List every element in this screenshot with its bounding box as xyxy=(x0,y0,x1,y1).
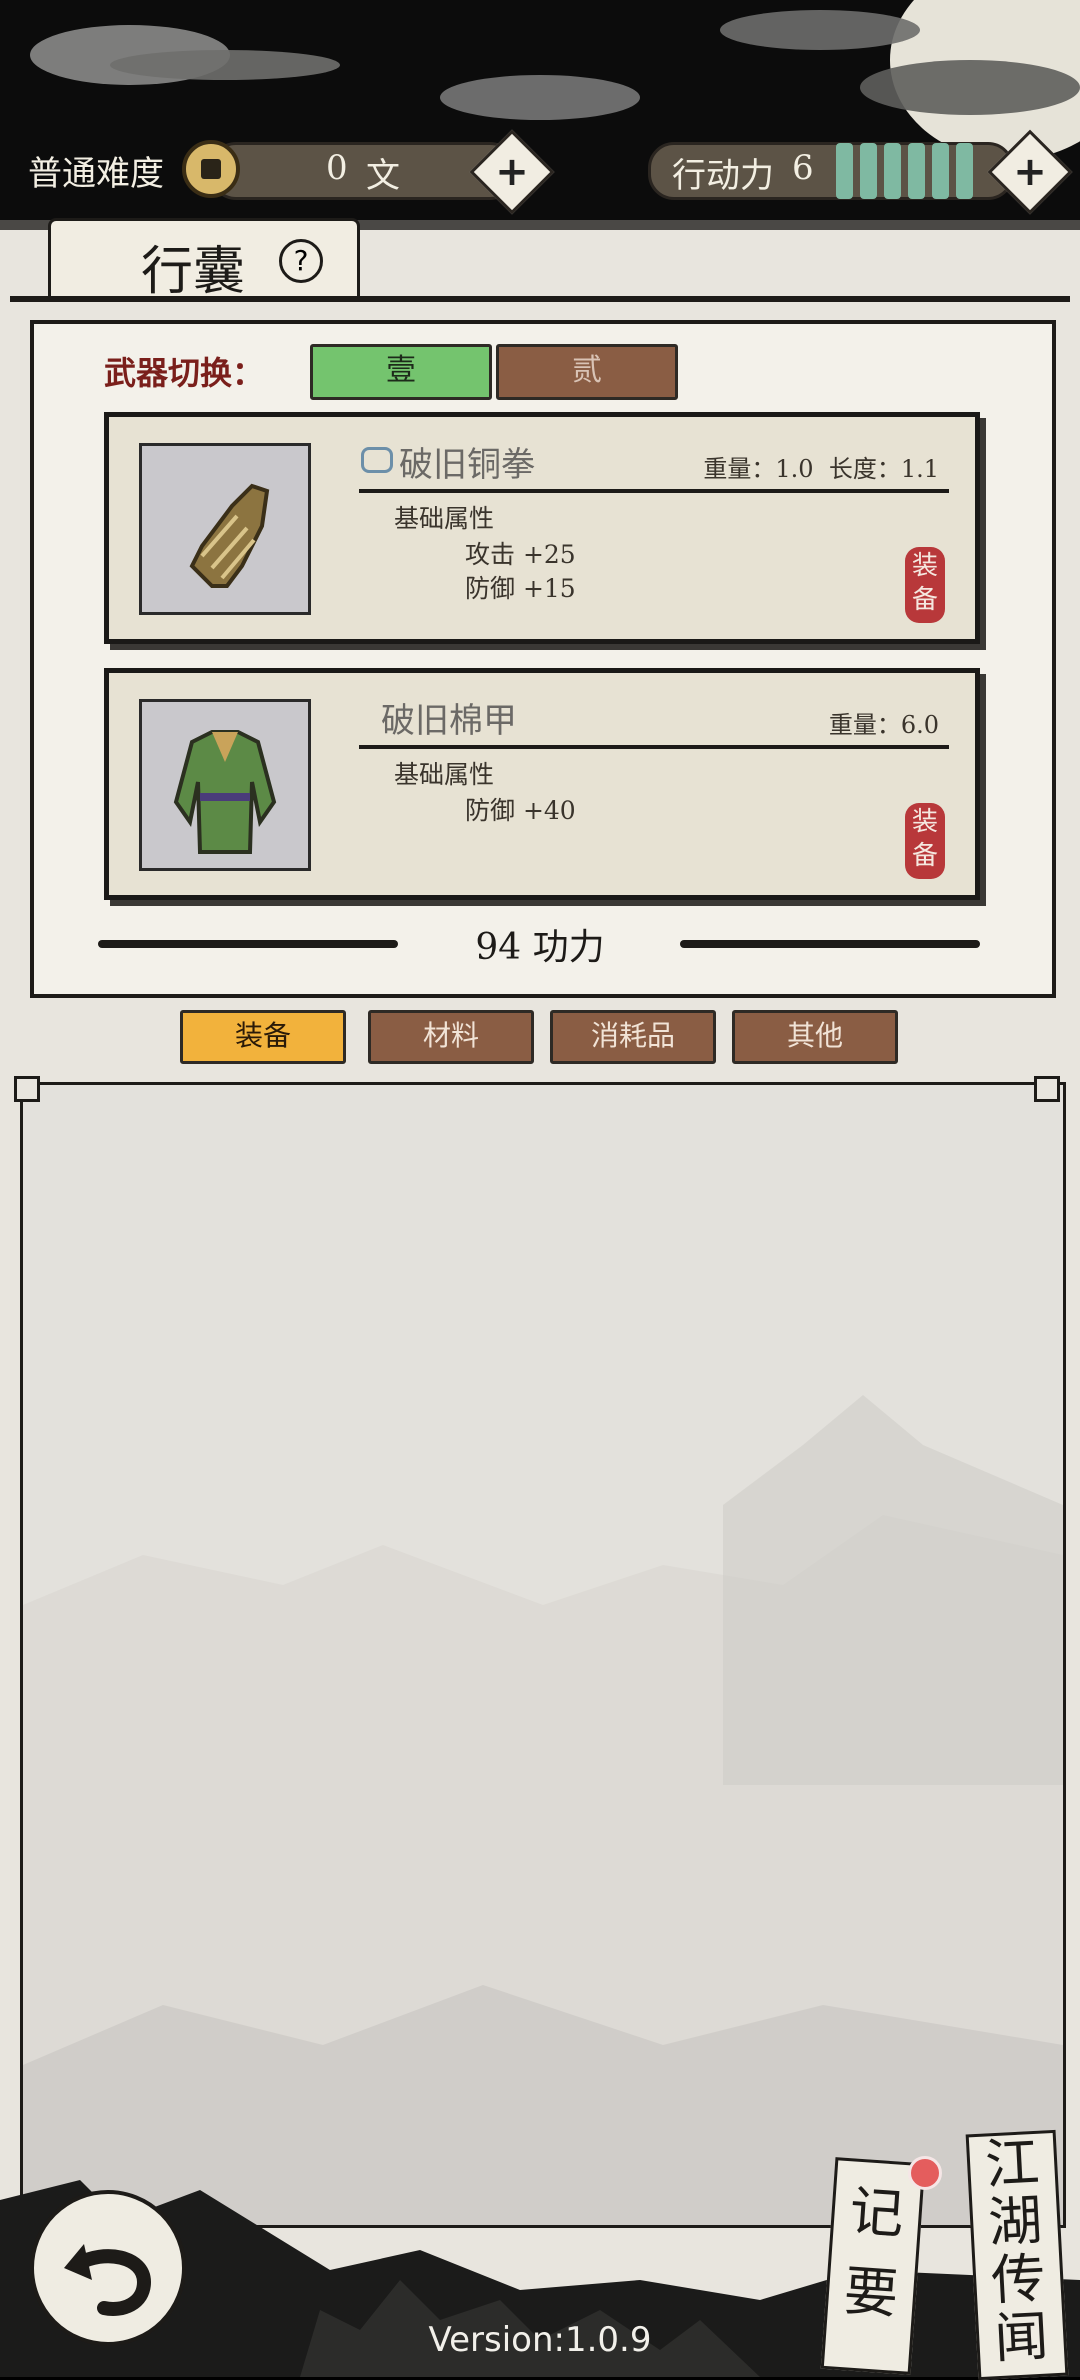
cloud-decoration xyxy=(440,75,640,120)
item-stats: 重量：1.0 长度：1.1 xyxy=(703,455,939,483)
category-tab-equipment[interactable]: 装备 xyxy=(180,1010,346,1064)
equip-stamp[interactable]: 装备 xyxy=(905,547,945,623)
action-value: 6 xyxy=(792,148,814,188)
action-point-segment xyxy=(836,143,853,199)
item-name: 破旧棉甲 xyxy=(381,701,517,741)
action-point-segment xyxy=(932,143,949,199)
corner-ornament xyxy=(1034,1076,1060,1102)
notes-label: 记要 xyxy=(842,2179,906,2326)
weapon-switch-label: 武器切换： xyxy=(104,354,265,392)
category-tab-other[interactable]: 其他 xyxy=(732,1010,898,1064)
cloud-decoration xyxy=(110,50,340,80)
inventory-list-area[interactable] xyxy=(20,1082,1066,2228)
mountain-painting-decoration xyxy=(23,1395,1063,2225)
coin-icon xyxy=(182,140,240,198)
cloud-decoration xyxy=(860,60,1080,115)
plus-icon: + xyxy=(495,149,529,195)
action-point-segment xyxy=(956,143,973,199)
bronze-fist-icon xyxy=(139,443,311,615)
category-tab-consumables[interactable]: 消耗品 xyxy=(550,1010,716,1064)
power-divider-right xyxy=(680,940,980,948)
cloud-decoration xyxy=(720,10,920,50)
item-name: 破旧铜拳 xyxy=(399,445,535,485)
help-icon[interactable]: ? xyxy=(279,239,323,283)
attr-defense: 防御 +40 xyxy=(465,796,576,825)
plus-icon: + xyxy=(1013,149,1047,195)
action-label: 行动力 xyxy=(672,156,774,196)
attr-section-label: 基础属性 xyxy=(394,504,495,533)
power-divider-left xyxy=(98,940,398,948)
corner-ornament xyxy=(14,1076,40,1102)
attr-defense: 防御 +15 xyxy=(465,574,576,603)
item-divider xyxy=(359,745,949,749)
currency-value: 0 xyxy=(326,148,348,188)
inventory-title: 行囊 xyxy=(141,242,246,302)
attr-section-label: 基础属性 xyxy=(394,760,495,789)
power-label: 94 功力 xyxy=(475,927,605,968)
notification-dot xyxy=(908,2156,942,2190)
version-label: Version:1.0.9 xyxy=(428,2320,652,2360)
action-point-segment xyxy=(860,143,877,199)
equipped-weapon-card[interactable]: 破旧铜拳 重量：1.0 长度：1.1 基础属性 攻击 +25 防御 +15 装备 xyxy=(104,412,980,644)
item-stats: 重量：6.0 xyxy=(828,711,939,739)
inventory-tab: 行囊 ? xyxy=(48,218,360,302)
currency-unit: 文 xyxy=(366,156,400,196)
category-tab-materials[interactable]: 材料 xyxy=(368,1010,534,1064)
weapon-set-2-button[interactable]: 贰 xyxy=(496,344,678,400)
item-divider xyxy=(359,489,949,493)
equipped-armor-card[interactable]: 破旧棉甲 重量：6.0 基础属性 防御 +40 装备 xyxy=(104,668,980,900)
action-point-segment xyxy=(908,143,925,199)
action-point-segment xyxy=(884,143,901,199)
cotton-armor-icon xyxy=(139,699,311,871)
tab-divider xyxy=(10,296,1070,302)
fist-type-icon xyxy=(361,447,393,473)
difficulty-label: 普通难度 xyxy=(28,154,164,194)
attr-attack: 攻击 +25 xyxy=(465,540,576,569)
equip-stamp[interactable]: 装备 xyxy=(905,803,945,879)
weapon-set-1-button[interactable]: 壹 xyxy=(310,344,492,400)
